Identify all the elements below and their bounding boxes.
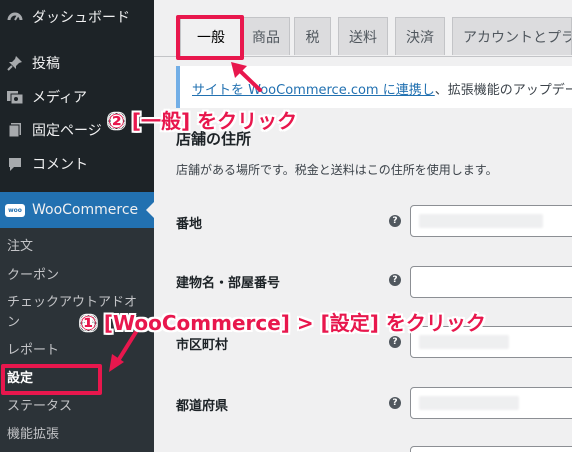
menu-item-label: ダッシュボード (32, 10, 130, 26)
submenu-item-coupons[interactable]: クーポン (7, 267, 59, 285)
menu-item-label: メディア (32, 90, 88, 106)
tab-payments[interactable]: 決済 (395, 17, 445, 55)
pin-icon (4, 54, 26, 72)
menu-item-comments[interactable]: コメント (0, 149, 154, 179)
settings-main: 一般 商品 税 送料 決済 アカウントとプラ サイトを WooCommerce.… (154, 0, 572, 452)
tab-accounts-privacy[interactable]: アカウントとプラ (452, 17, 572, 55)
callout-step-2: ② [一般] をクリック (108, 109, 298, 133)
menu-item-label: 固定ページ (32, 123, 102, 139)
field-label-city: 市区町村 (176, 338, 229, 353)
tab-products[interactable]: 商品 (242, 17, 290, 55)
submenu-item-extensions[interactable]: 機能拡張 (7, 426, 59, 444)
comment-icon (4, 155, 26, 173)
field-label-address-2: 建物名・部屋番号 (176, 276, 281, 291)
highlight-settings-menu (1, 364, 102, 395)
help-icon[interactable]: ? (389, 215, 401, 227)
menu-item-posts[interactable]: 投稿 (0, 48, 154, 78)
redacted-value (419, 335, 509, 349)
menu-item-label: 投稿 (32, 56, 60, 72)
field-label-address-1: 番地 (176, 217, 203, 232)
submenu-item-orders[interactable]: 注文 (7, 238, 33, 256)
pages-icon (4, 121, 26, 139)
postcode-input[interactable] (410, 446, 572, 452)
redacted-value (419, 214, 543, 228)
media-icon (4, 88, 26, 106)
callout-step-1: ① [WooCommerce] > [設定] をクリック (80, 311, 486, 335)
menu-item-dashboard[interactable]: ダッシュボード (0, 2, 154, 32)
woocommerce-logo-icon: woo (4, 201, 26, 219)
dashboard-icon (4, 8, 26, 26)
submenu-item-reports[interactable]: レポート (7, 342, 59, 360)
redacted-value (419, 396, 519, 410)
submenu-item-checkout-addons-wrap[interactable]: ン (7, 314, 20, 332)
help-icon[interactable]: ? (389, 274, 401, 286)
address-1-input[interactable] (410, 205, 572, 237)
help-icon[interactable]: ? (389, 336, 401, 348)
address-2-input[interactable] (410, 266, 572, 298)
highlight-general-tab (176, 15, 244, 60)
tab-tax[interactable]: 税 (294, 17, 331, 55)
menu-item-label: コメント (32, 157, 88, 173)
current-menu-arrow (146, 202, 154, 218)
help-icon[interactable]: ? (389, 397, 401, 409)
menu-item-woocommerce[interactable]: woo WooCommerce (0, 192, 154, 228)
submenu-item-status[interactable]: ステータス (7, 398, 72, 416)
arrow-icon (231, 62, 262, 92)
tab-shipping[interactable]: 送料 (338, 17, 388, 55)
menu-item-label: WooCommerce (32, 202, 139, 218)
section-description: 店舗がある場所です。税金と送料はこの住所を使用します。 (176, 163, 498, 177)
state-select[interactable] (410, 387, 572, 419)
notice-text: 、拡張機能のアップデート (434, 83, 572, 98)
field-label-state: 都道府県 (176, 399, 229, 414)
